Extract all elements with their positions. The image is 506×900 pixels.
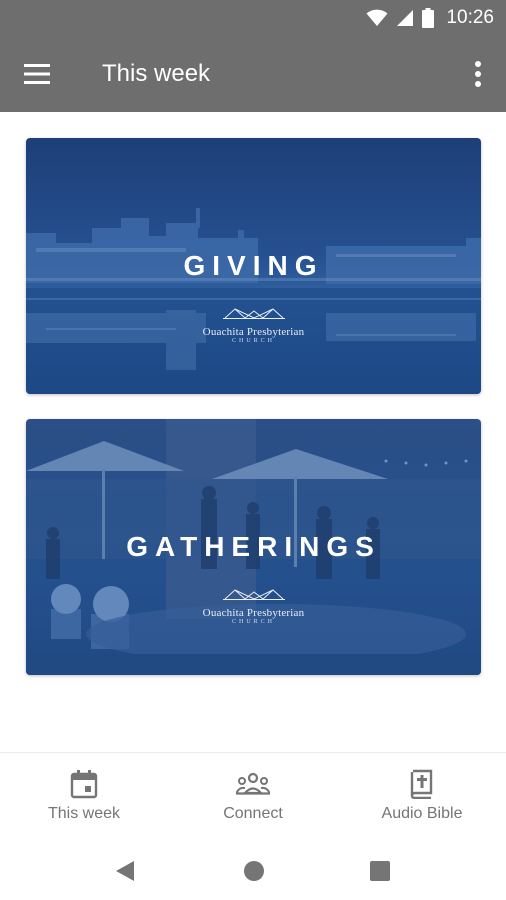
card-giving-title: GIVING bbox=[183, 250, 324, 281]
content-area: GIVING Ouachita Presbyterian CHURCH GATH… bbox=[0, 112, 506, 752]
card-giving[interactable]: GIVING Ouachita Presbyterian CHURCH bbox=[26, 138, 481, 394]
more-vert-icon[interactable] bbox=[466, 58, 490, 90]
nav-label-audio-bible: Audio Bible bbox=[381, 805, 463, 822]
logo-sub: CHURCH bbox=[231, 338, 275, 344]
church-logo-mark bbox=[222, 308, 285, 319]
page-title: This week bbox=[102, 60, 211, 87]
card-gatherings-title: GATHERINGS bbox=[126, 531, 381, 562]
battery-icon bbox=[422, 8, 435, 28]
logo-name: Ouachita Presbyterian bbox=[202, 326, 305, 338]
bottom-nav: This week Connect Audio Bible bbox=[0, 752, 506, 842]
hamburger-menu-icon[interactable] bbox=[22, 59, 58, 89]
nav-item-connect[interactable]: Connect bbox=[169, 753, 337, 843]
nav-item-audio-bible[interactable]: Audio Bible bbox=[338, 753, 506, 843]
nav-item-this-week[interactable]: This week bbox=[0, 753, 168, 843]
bible-icon bbox=[410, 769, 433, 799]
status-bar: 10:26 bbox=[0, 0, 506, 36]
status-icons: 10:26 bbox=[366, 7, 494, 29]
logo-name: Ouachita Presbyterian bbox=[202, 607, 305, 619]
logo-sub: CHURCH bbox=[231, 619, 275, 625]
system-nav bbox=[0, 842, 506, 900]
home-icon[interactable] bbox=[234, 854, 274, 888]
church-logo-mark bbox=[222, 589, 285, 600]
people-icon bbox=[236, 772, 270, 795]
cell-signal-icon bbox=[397, 10, 414, 26]
app-bar: This week bbox=[0, 36, 506, 112]
church-logo: Ouachita Presbyterian CHURCH bbox=[26, 306, 481, 344]
nav-label-this-week: This week bbox=[47, 805, 121, 822]
calendar-icon bbox=[70, 770, 98, 799]
nav-label-connect: Connect bbox=[223, 805, 283, 822]
recents-icon[interactable] bbox=[360, 854, 400, 888]
church-logo: Ouachita Presbyterian CHURCH bbox=[26, 587, 481, 625]
back-icon[interactable] bbox=[104, 854, 144, 888]
card-gatherings[interactable]: GATHERINGS Ouachita Presbyterian CHURCH bbox=[26, 419, 481, 675]
status-time: 10:26 bbox=[446, 7, 494, 28]
wifi-icon bbox=[366, 9, 388, 26]
